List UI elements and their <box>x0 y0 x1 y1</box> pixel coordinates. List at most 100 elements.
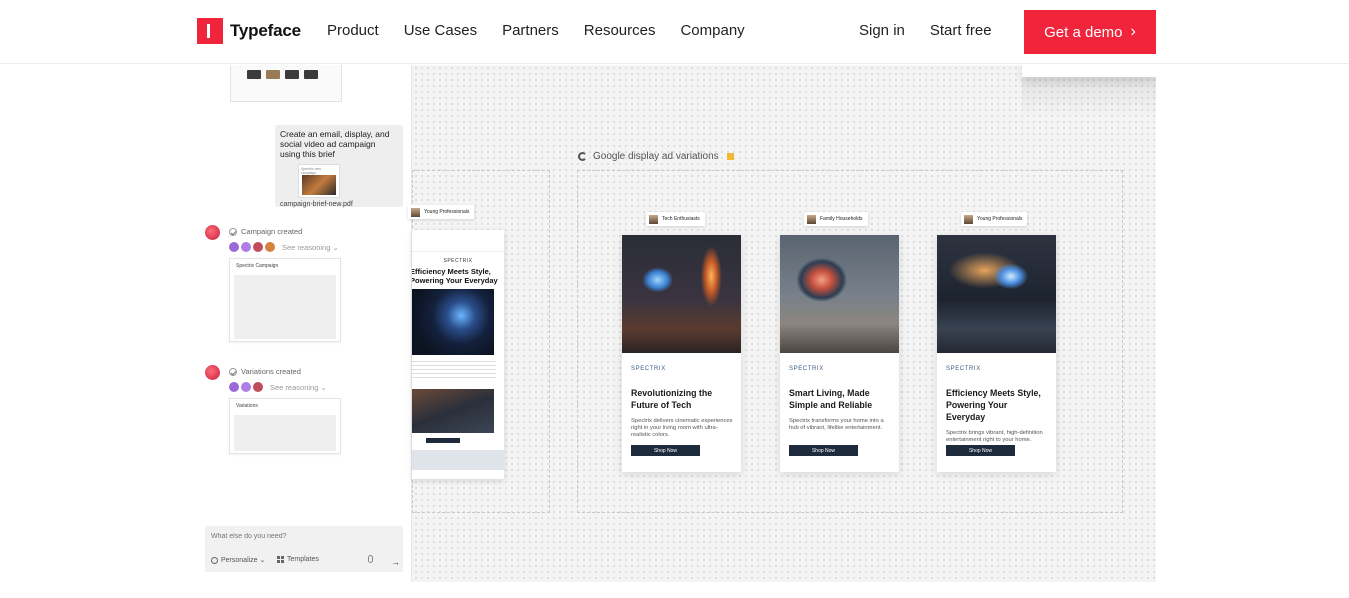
variations-preview-image <box>234 415 336 451</box>
email-hero-image <box>412 289 494 355</box>
nav-use-cases[interactable]: Use Cases <box>404 22 477 39</box>
persona-label: Young Professionals <box>424 209 470 215</box>
variations-card-title: Variations <box>236 403 258 409</box>
chat-composer: Personalize ⌄ Templates → <box>205 526 403 572</box>
persona-avatar <box>411 207 420 217</box>
logo[interactable]: Typeface <box>197 18 301 44</box>
persona-avatar <box>807 214 816 224</box>
gear-icon <box>211 556 218 564</box>
persona-label: Young Professionals <box>977 216 1023 222</box>
demo-button-label: Get a demo <box>1044 23 1123 41</box>
templates-label: Templates <box>287 556 319 563</box>
previous-output-card[interactable] <box>230 65 342 102</box>
start-free-link[interactable]: Start free <box>930 22 992 39</box>
check-circle-icon <box>229 367 237 376</box>
brief-attachment-card[interactable]: Spectrix new campaign <box>298 164 340 198</box>
persona-tag: Family Households <box>804 212 868 226</box>
ad-image <box>937 235 1056 353</box>
campaign-preview-card[interactable]: Spectrix Campaign <box>229 258 341 342</box>
auth-links: Sign in Start free <box>859 22 992 39</box>
ad-brand: SPECTRIX <box>631 366 666 372</box>
variations-preview-card[interactable]: Variations <box>229 398 341 454</box>
display-ad-card[interactable]: SPECTRIX Revolutionizing the Future of T… <box>622 235 741 472</box>
sign-in-link[interactable]: Sign in <box>859 22 905 39</box>
agent-avatar <box>229 242 239 252</box>
send-arrow-icon[interactable]: → <box>391 557 400 567</box>
see-reasoning-toggle[interactable]: See reasoning ⌄ <box>282 243 339 252</box>
nav-resources[interactable]: Resources <box>584 22 656 39</box>
thumbnail-row <box>231 65 341 79</box>
ad-description: Spectrix transforms your home into a hub… <box>789 418 884 431</box>
nav-partners[interactable]: Partners <box>502 22 559 39</box>
persona-tag: Tech Enthusiasts <box>646 212 705 226</box>
ad-brand: SPECTRIX <box>946 366 981 372</box>
shop-now-button[interactable]: Shop Now <box>631 445 700 456</box>
paperclip-icon[interactable] <box>368 555 373 563</box>
personalize-button[interactable]: Personalize ⌄ <box>211 556 265 564</box>
ad-description: Spectrix brings vibrant, high-definition… <box>946 430 1043 443</box>
persona-tag: Young Professionals <box>961 212 1028 226</box>
google-icon <box>578 152 587 161</box>
templates-button[interactable]: Templates <box>277 556 319 563</box>
ad-headline: Revolutionizing the Future of Tech <box>631 388 713 410</box>
main-nav: Product Use Cases Partners Resources Com… <box>327 22 745 39</box>
display-ad-card[interactable]: SPECTRIX Smart Living, Made Simple and R… <box>780 235 899 472</box>
persona-label: Tech Enthusiasts <box>662 216 700 222</box>
card-shadow <box>1022 77 1156 117</box>
check-circle-icon <box>229 227 237 236</box>
user-message-bubble: Create an email, display, and social vid… <box>275 125 403 208</box>
logo-text: Typeface <box>230 21 301 40</box>
logo-mark-icon <box>197 18 223 44</box>
step-status: Variations created <box>229 367 301 376</box>
chat-input[interactable] <box>211 530 397 542</box>
agent-avatar <box>253 242 263 252</box>
ad-description: Spectrix delivers cinematic experiences … <box>631 418 733 438</box>
email-body-text <box>412 361 496 381</box>
brief-thumbnail <box>302 175 336 195</box>
folder-badge-icon <box>726 153 734 160</box>
agent-avatars: See reasoning ⌄ <box>229 242 339 252</box>
campaign-preview-image <box>234 275 336 339</box>
assistant-avatar <box>205 365 220 380</box>
chat-panel: Create an email, display, and social vid… <box>197 65 412 582</box>
attachment-filename: campaign-brief-new.pdf <box>280 201 353 208</box>
shop-now-button[interactable]: Shop Now <box>946 445 1015 456</box>
personalize-label: Personalize ⌄ <box>221 557 266 564</box>
agent-avatar <box>241 382 251 392</box>
ad-image <box>622 235 741 353</box>
product-demo-canvas: Create an email, display, and social vid… <box>197 65 1156 582</box>
get-a-demo-button[interactable]: Get a demo › <box>1024 10 1156 54</box>
step-status-text: Campaign created <box>241 227 303 236</box>
step-status-text: Variations created <box>241 367 301 376</box>
agent-avatar <box>229 382 239 392</box>
agent-avatar <box>241 242 251 252</box>
agent-avatars: See reasoning ⌄ <box>229 382 327 392</box>
persona-label: Family Households <box>820 216 863 222</box>
step-status: Campaign created <box>229 227 302 236</box>
agent-avatar <box>253 382 263 392</box>
email-headline: Efficiency Meets Style, Powering Your Ev… <box>412 267 498 285</box>
email-header <box>412 230 504 252</box>
chevron-right-icon: › <box>1130 23 1136 40</box>
group-label: Google display ad variations <box>578 151 734 162</box>
user-prompt-text: Create an email, display, and social vid… <box>280 129 390 159</box>
partial-variant-card[interactable] <box>1022 65 1156 77</box>
ad-image <box>780 235 899 353</box>
persona-tag: Young Professionals <box>408 205 475 219</box>
nav-product[interactable]: Product <box>327 22 379 39</box>
display-ad-card[interactable]: SPECTRIX Efficiency Meets Style, Powerin… <box>937 235 1056 472</box>
email-footer <box>412 450 504 470</box>
email-cta-button <box>426 438 460 443</box>
ad-brand: SPECTRIX <box>789 366 824 372</box>
ad-headline: Efficiency Meets Style, Powering Your Ev… <box>946 388 1041 422</box>
group-label-text: Google display ad variations <box>593 151 719 162</box>
agent-avatar <box>265 242 275 252</box>
nav-company[interactable]: Company <box>680 22 744 39</box>
shop-now-button[interactable]: Shop Now <box>789 445 858 456</box>
email-ad-preview[interactable]: SPECTRIX Efficiency Meets Style, Powerin… <box>412 230 504 479</box>
email-product-image <box>412 389 494 433</box>
site-header: Typeface Product Use Cases Partners Reso… <box>0 0 1349 64</box>
ad-headline: Smart Living, Made Simple and Reliable <box>789 388 873 410</box>
persona-avatar <box>964 214 973 224</box>
see-reasoning-toggle[interactable]: See reasoning ⌄ <box>270 383 327 392</box>
